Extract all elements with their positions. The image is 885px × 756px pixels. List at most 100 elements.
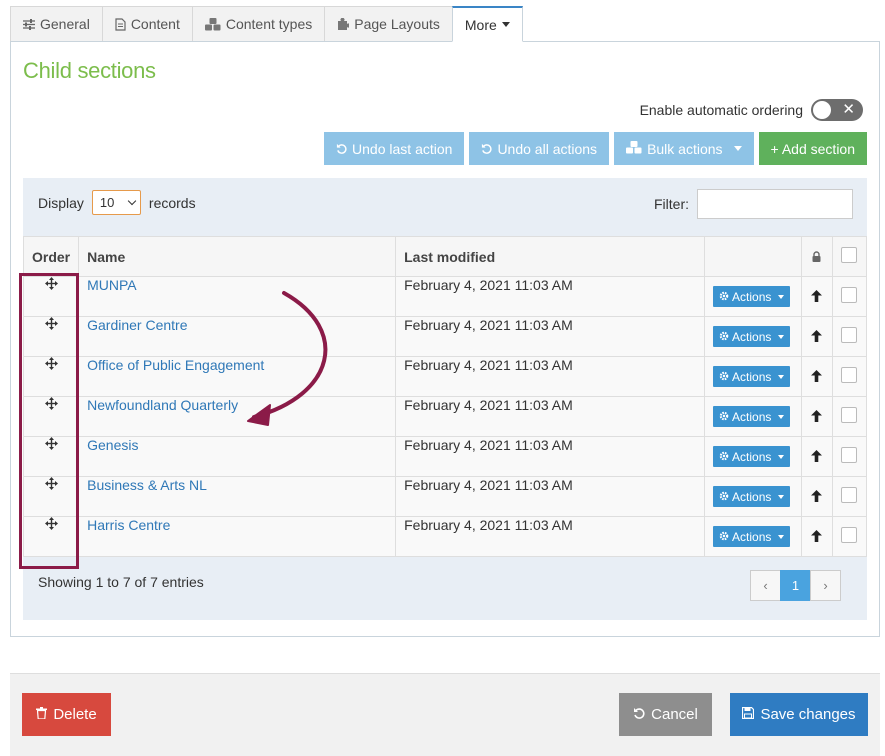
section-name-link[interactable]: Office of Public Engagement <box>87 357 264 373</box>
child-sections-panel: Child sections Enable automatic ordering… <box>10 41 880 637</box>
tab-page-layouts-label: Page Layouts <box>354 16 440 32</box>
gear-icon <box>719 490 729 504</box>
drag-handle-icon[interactable] <box>44 437 58 454</box>
filter-input[interactable] <box>697 189 853 219</box>
actions-cell: Actions <box>704 396 802 437</box>
section-title: Child sections <box>23 58 156 83</box>
table-row: Genesis February 4, 2021 11:03 AM Actions <box>22 436 868 477</box>
auto-ordering-toggle[interactable]: ✕ <box>811 99 863 121</box>
arrow-up-icon[interactable] <box>811 529 823 545</box>
add-section-label: + Add section <box>770 140 855 157</box>
actions-cell: Actions <box>704 476 802 517</box>
tab-general[interactable]: General <box>10 6 103 42</box>
last-modified-cell: February 4, 2021 11:03 AM <box>395 396 706 437</box>
actions-dropdown-button[interactable]: Actions <box>713 366 791 387</box>
floppy-disk-icon <box>742 706 755 723</box>
close-icon: ✕ <box>842 101 855 118</box>
actions-dropdown-button[interactable]: Actions <box>713 486 791 507</box>
actions-dropdown-button[interactable]: Actions <box>713 326 791 347</box>
arrow-up-icon[interactable] <box>811 329 823 345</box>
arrow-up-icon[interactable] <box>811 489 823 505</box>
column-name[interactable]: Name <box>78 236 397 277</box>
gear-icon <box>719 450 729 464</box>
gear-icon <box>719 330 729 344</box>
arrow-up-icon[interactable] <box>811 449 823 465</box>
cancel-button[interactable]: Cancel <box>619 693 712 736</box>
cubes-icon <box>626 140 642 157</box>
row-checkbox[interactable] <box>841 407 858 423</box>
actions-cell: Actions <box>704 276 802 317</box>
section-name-link[interactable]: Harris Centre <box>87 517 170 533</box>
actions-dropdown-button[interactable]: Actions <box>713 406 791 427</box>
pagination-next[interactable]: › <box>810 570 841 601</box>
arrow-up-icon[interactable] <box>811 409 823 425</box>
caret-down-icon <box>778 534 785 539</box>
drag-handle-icon[interactable] <box>44 397 58 414</box>
table-row: Harris Centre February 4, 2021 11:03 AM Ac… <box>22 516 868 557</box>
tab-bar: General Content Content types Page Layou… <box>10 6 523 42</box>
section-name-link[interactable]: MUNPA <box>87 277 137 293</box>
drag-handle-icon[interactable] <box>44 317 58 334</box>
records-per-page-select[interactable]: 10 <box>91 190 141 215</box>
pagination-prev[interactable]: ‹ <box>750 570 781 601</box>
move-up-cell <box>801 356 833 397</box>
actions-dropdown-button[interactable]: Actions <box>713 446 791 467</box>
tab-content-types-label: Content types <box>225 16 313 32</box>
undo-all-button[interactable]: Undo all actions <box>469 132 610 165</box>
move-up-cell <box>801 396 833 437</box>
row-checkbox[interactable] <box>841 447 858 463</box>
undo-all-label: Undo all actions <box>497 140 598 157</box>
actions-dropdown-button[interactable]: Actions <box>713 526 791 547</box>
table-row: Gardiner Centre February 4, 2021 11:03 AM… <box>22 316 868 357</box>
delete-button[interactable]: Delete <box>22 693 111 736</box>
display-records: Display 10 records <box>38 190 196 215</box>
document-icon <box>115 17 126 31</box>
drag-handle-icon[interactable] <box>44 477 58 494</box>
delete-label: Delete <box>53 706 97 723</box>
row-checkbox[interactable] <box>841 287 858 303</box>
drag-handle-icon[interactable] <box>44 277 58 294</box>
undo-last-label: Undo last action <box>352 140 453 157</box>
select-all-checkbox[interactable] <box>841 247 858 263</box>
arrow-up-icon[interactable] <box>811 289 823 305</box>
row-checkbox[interactable] <box>841 367 858 383</box>
column-order[interactable]: Order <box>22 236 80 277</box>
arrow-up-icon[interactable] <box>811 369 823 385</box>
gear-icon <box>719 410 729 424</box>
save-changes-button[interactable]: Save changes <box>730 693 868 736</box>
tab-content-types[interactable]: Content types <box>191 6 326 42</box>
section-name-link[interactable]: Genesis <box>87 437 138 453</box>
select-cell <box>831 356 868 397</box>
tab-page-layouts[interactable]: Page Layouts <box>324 6 453 42</box>
section-name-link[interactable]: Newfoundland Quarterly <box>87 397 238 413</box>
move-up-cell <box>801 476 833 517</box>
auto-ordering-label: Enable automatic ordering <box>639 102 803 118</box>
name-cell: Office of Public Engagement <box>78 356 397 397</box>
move-up-cell <box>801 516 833 557</box>
row-checkbox[interactable] <box>841 527 858 543</box>
undo-last-button[interactable]: Undo last action <box>324 132 465 165</box>
order-cell <box>22 516 80 557</box>
actions-dropdown-button[interactable]: Actions <box>713 286 791 307</box>
column-last-modified[interactable]: Last modified <box>395 236 706 277</box>
section-name-link[interactable]: Business & Arts NL <box>87 477 207 493</box>
tab-content[interactable]: Content <box>101 6 193 42</box>
pagination-page[interactable]: 1 <box>780 570 811 601</box>
bulk-actions-button[interactable]: Bulk actions <box>614 132 754 165</box>
tab-more[interactable]: More <box>451 6 523 42</box>
move-up-cell <box>801 436 833 477</box>
name-cell: Gardiner Centre <box>78 316 397 357</box>
section-name-link[interactable]: Gardiner Centre <box>87 317 187 333</box>
tab-general-label: General <box>40 16 90 32</box>
order-cell <box>22 276 80 317</box>
caret-down-icon <box>778 334 785 339</box>
row-checkbox[interactable] <box>841 487 858 503</box>
add-section-button[interactable]: + Add section <box>758 132 867 165</box>
bulk-actions-label: Bulk actions <box>647 140 723 157</box>
display-label: Display <box>38 194 84 211</box>
drag-handle-icon[interactable] <box>44 357 58 374</box>
name-cell: Harris Centre <box>78 516 397 557</box>
row-checkbox[interactable] <box>841 327 858 343</box>
order-cell <box>22 436 80 477</box>
drag-handle-icon[interactable] <box>44 517 58 534</box>
